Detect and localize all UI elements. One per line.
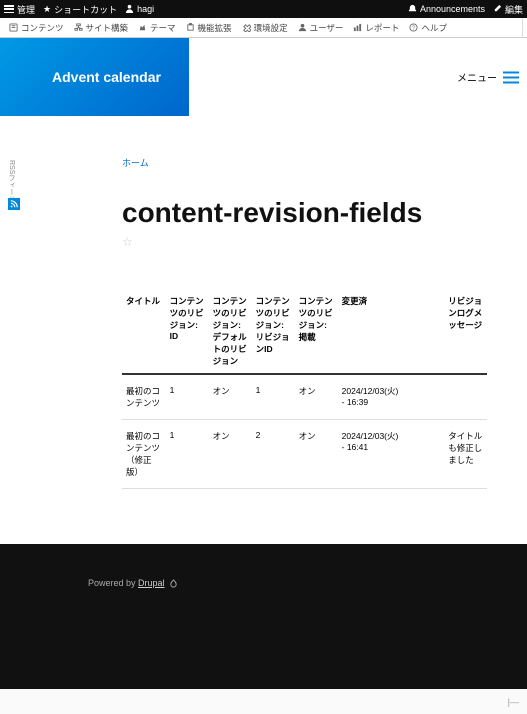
announcements-label: Announcements — [420, 4, 485, 14]
menu-help[interactable]: ? ヘルプ — [404, 22, 452, 34]
menu-theme[interactable]: テーマ — [133, 22, 181, 34]
cell-rev_pub: オン — [295, 374, 338, 420]
th-rev-rid: コンテンツのリビジョン: リビジョンID — [252, 289, 295, 374]
cell-spacer — [402, 420, 444, 489]
cell-rev_pub: オン — [295, 420, 338, 489]
manage-toggle[interactable]: 管理 — [4, 3, 35, 16]
menu-structure-label: サイト構築 — [86, 22, 129, 34]
th-spacer — [402, 289, 444, 374]
user-link[interactable]: hagi — [125, 4, 154, 15]
menu-help-label: ヘルプ — [421, 22, 447, 34]
table-row: 最初のコンテンツ（修正版）1オン2オン2024/12/03(火) - 16:41… — [122, 420, 487, 489]
cell-log: タイトルも修正しました — [444, 420, 487, 489]
site-header: Advent calendar メニュー — [0, 38, 527, 116]
site-footer: Powered by Drupal — [0, 544, 527, 689]
rss-label: RSSフィード — [6, 160, 16, 202]
table-row: 最初のコンテンツ1オン1オン2024/12/03(火) - 16:39 — [122, 374, 487, 420]
favorite-star-icon[interactable]: ☆ — [122, 235, 133, 249]
site-title: Advent calendar — [52, 69, 161, 85]
menu-extend[interactable]: 機能拡張 — [181, 22, 237, 34]
hamburger-icon — [4, 5, 14, 13]
cell-rev_default: オン — [209, 420, 252, 489]
cell-spacer — [402, 374, 444, 420]
shortcut-label: ショートカット — [54, 3, 117, 16]
edit-link[interactable]: 編集 — [493, 3, 523, 16]
th-rev-pub: コンテンツのリビジョン: 掲載 — [295, 289, 338, 374]
cell-rev_rid: 2 — [252, 420, 295, 489]
cell-rev_rid: 1 — [252, 374, 295, 420]
user-icon — [125, 4, 134, 15]
star-icon: ★ — [43, 4, 51, 15]
page-title: content-revision-fields — [122, 197, 487, 229]
cell-rev_id: 1 — [166, 420, 209, 489]
table-header-row: タイトル コンテンツのリビジョン: ID コンテンツのリビジョン: デフォルトの… — [122, 289, 487, 374]
admin-menu: コンテンツ サイト構築 テーマ 機能拡張 環境設定 ユーザー レポート ? ヘル… — [0, 18, 527, 38]
menu-config[interactable]: 環境設定 — [237, 22, 293, 34]
edit-label: 編集 — [505, 3, 523, 16]
th-changed: 変更済 — [338, 289, 403, 374]
cell-title: 最初のコンテンツ — [122, 374, 166, 420]
drupal-link[interactable]: Drupal — [138, 578, 165, 588]
cell-changed: 2024/12/03(火) - 16:39 — [338, 374, 403, 420]
svg-text:?: ? — [412, 25, 415, 31]
bottom-sep: |— — [508, 697, 519, 707]
cell-title: 最初のコンテンツ（修正版） — [122, 420, 166, 489]
th-log: リビジョンログメッセージ — [444, 289, 487, 374]
th-rev-default: コンテンツのリビジョン: デフォルトのリビジョン — [209, 289, 252, 374]
bell-icon — [408, 4, 417, 15]
user-label: hagi — [137, 4, 154, 14]
menu-toggle-icon[interactable] — [503, 71, 519, 83]
cell-changed: 2024/12/03(火) - 16:41 — [338, 420, 403, 489]
main-content: ホーム content-revision-fields ☆ タイトル コンテンツ… — [122, 156, 487, 489]
cell-rev_id: 1 — [166, 374, 209, 420]
menu-toggle-label: メニュー — [457, 70, 497, 85]
th-rev-id: コンテンツのリビジョン: ID — [166, 289, 209, 374]
admin-toolbar: 管理 ★ ショートカット hagi Announcements 編集 — [0, 0, 527, 18]
revisions-table: タイトル コンテンツのリビジョン: ID コンテンツのリビジョン: デフォルトの… — [122, 289, 487, 489]
breadcrumb-home[interactable]: ホーム — [122, 156, 487, 169]
menu-structure[interactable]: サイト構築 — [69, 22, 134, 34]
menu-config-label: 環境設定 — [254, 22, 288, 34]
manage-label: 管理 — [17, 3, 35, 16]
menu-users[interactable]: ユーザー — [293, 22, 349, 34]
pencil-icon — [493, 4, 502, 15]
menu-users-label: ユーザー — [310, 22, 344, 34]
th-title: タイトル — [122, 289, 166, 374]
cell-rev_default: オン — [209, 374, 252, 420]
rss-icon[interactable] — [8, 198, 20, 210]
powered-by-text: Powered by — [88, 578, 138, 588]
shortcut-link[interactable]: ★ ショートカット — [43, 3, 117, 16]
drupal-icon — [169, 579, 178, 588]
menu-content[interactable]: コンテンツ — [4, 22, 69, 34]
menu-extend-label: 機能拡張 — [198, 22, 232, 34]
menu-theme-label: テーマ — [150, 22, 176, 34]
announcements-link[interactable]: Announcements — [408, 4, 485, 15]
menu-separator — [522, 18, 523, 38]
bottom-strip: |— — [0, 689, 527, 714]
menu-reports-label: レポート — [365, 22, 399, 34]
site-branding[interactable]: Advent calendar — [0, 38, 189, 116]
menu-reports[interactable]: レポート — [348, 22, 404, 34]
cell-log — [444, 374, 487, 420]
menu-content-label: コンテンツ — [21, 22, 64, 34]
